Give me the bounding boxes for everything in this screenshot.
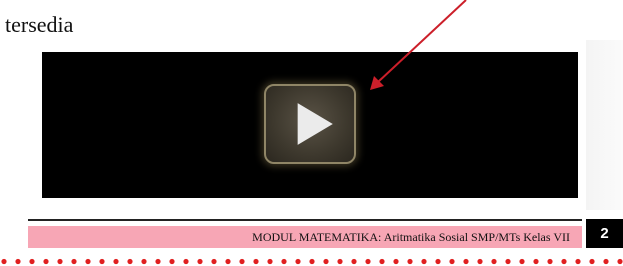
border-dot bbox=[253, 258, 259, 265]
border-dot bbox=[393, 258, 399, 265]
border-dot bbox=[505, 258, 511, 265]
page-number: 2 bbox=[586, 219, 623, 248]
border-dot bbox=[561, 258, 567, 265]
border-dot bbox=[169, 258, 175, 265]
border-dot bbox=[617, 258, 623, 265]
border-dot bbox=[491, 258, 497, 265]
border-dot bbox=[407, 258, 413, 265]
border-dot bbox=[183, 258, 189, 265]
border-dot bbox=[239, 258, 245, 265]
footer-module-title: MODUL MATEMATIKA: Aritmatika Sosial SMP/… bbox=[28, 226, 582, 248]
border-dot bbox=[449, 258, 455, 265]
border-dot bbox=[533, 258, 539, 265]
play-button[interactable] bbox=[264, 84, 356, 164]
border-dot bbox=[463, 258, 469, 265]
border-dot bbox=[337, 258, 343, 265]
border-dot bbox=[267, 258, 273, 265]
border-dot bbox=[477, 258, 483, 265]
border-dot bbox=[57, 258, 63, 265]
border-dot bbox=[603, 258, 609, 265]
border-dot bbox=[365, 258, 371, 265]
video-player[interactable] bbox=[42, 52, 578, 198]
page-number-text: 2 bbox=[600, 225, 609, 242]
border-dot bbox=[141, 258, 147, 265]
border-dot bbox=[211, 258, 217, 265]
border-dot bbox=[43, 258, 49, 265]
play-icon bbox=[297, 103, 333, 145]
border-dot bbox=[29, 258, 35, 265]
border-dot bbox=[281, 258, 287, 265]
caption-text: tersedia bbox=[5, 12, 74, 37]
border-dot bbox=[379, 258, 385, 265]
border-dot bbox=[351, 258, 357, 265]
border-dot bbox=[309, 258, 315, 265]
border-dot bbox=[113, 258, 119, 265]
page-margin-shade bbox=[586, 40, 623, 210]
module-title-text: MODUL MATEMATIKA: Aritmatika Sosial SMP/… bbox=[252, 229, 570, 244]
border-dot bbox=[127, 258, 133, 265]
border-dot bbox=[99, 258, 105, 265]
border-dot bbox=[197, 258, 203, 265]
footer-rule bbox=[28, 219, 582, 221]
border-dot bbox=[589, 258, 595, 265]
dotted-border bbox=[1, 258, 623, 265]
border-dot bbox=[421, 258, 427, 265]
border-dot bbox=[15, 258, 21, 265]
border-dot bbox=[1, 258, 7, 265]
border-dot bbox=[323, 258, 329, 265]
border-dot bbox=[575, 258, 581, 265]
border-dot bbox=[85, 258, 91, 265]
border-dot bbox=[519, 258, 525, 265]
border-dot bbox=[225, 258, 231, 265]
border-dot bbox=[71, 258, 77, 265]
border-dot bbox=[435, 258, 441, 265]
border-dot bbox=[295, 258, 301, 265]
border-dot bbox=[155, 258, 161, 265]
border-dot bbox=[547, 258, 553, 265]
